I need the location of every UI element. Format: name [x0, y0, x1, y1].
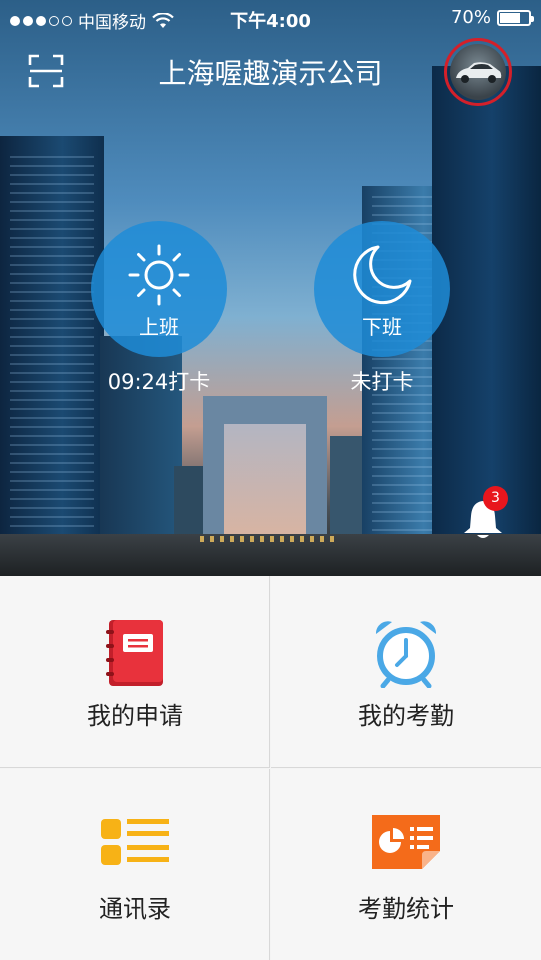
arch-opening — [224, 424, 306, 536]
moon-icon — [353, 245, 412, 305]
car-avatar-icon — [450, 44, 506, 100]
street-lights — [200, 536, 340, 542]
menu-label: 我的考勤 — [358, 702, 454, 730]
clock-out-button[interactable]: 下班 — [314, 221, 450, 357]
menu-my-attendance[interactable]: 我的考勤 — [271, 576, 541, 768]
battery-percent: 70% — [450, 7, 491, 28]
clock-in-status: 09:24打卡 — [107, 370, 211, 394]
clock-out-label: 下班 — [362, 315, 402, 339]
alarm-clock-icon — [375, 621, 437, 688]
battery-level-fill — [500, 12, 520, 23]
menu-label: 通讯录 — [99, 895, 171, 923]
car-icon — [456, 62, 502, 83]
status-bar: 中国移动 下午4:00 70% — [0, 0, 541, 36]
menu-my-applications[interactable]: 我的申请 — [0, 576, 270, 768]
list-icon — [101, 819, 169, 865]
sun-icon — [128, 244, 190, 306]
menu-contacts[interactable]: 通讯录 — [0, 769, 270, 960]
report-icon — [372, 815, 440, 869]
menu-label: 考勤统计 — [358, 895, 454, 923]
notebook-icon — [106, 620, 163, 686]
notification-badge: 3 — [483, 486, 508, 511]
menu-attendance-stats[interactable]: 考勤统计 — [271, 769, 541, 960]
clock-in-label: 上班 — [139, 315, 179, 339]
clock-in-button[interactable]: 上班 — [91, 221, 227, 357]
menu-label: 我的申请 — [87, 702, 183, 730]
avatar[interactable] — [444, 38, 512, 106]
battery-icon — [497, 9, 534, 26]
menu-grid: 我的申请 我的考勤 通讯录 考勤统计 — [0, 576, 541, 960]
battery-info: 70% — [450, 7, 534, 28]
clock-out-status: 未打卡 — [350, 370, 414, 394]
